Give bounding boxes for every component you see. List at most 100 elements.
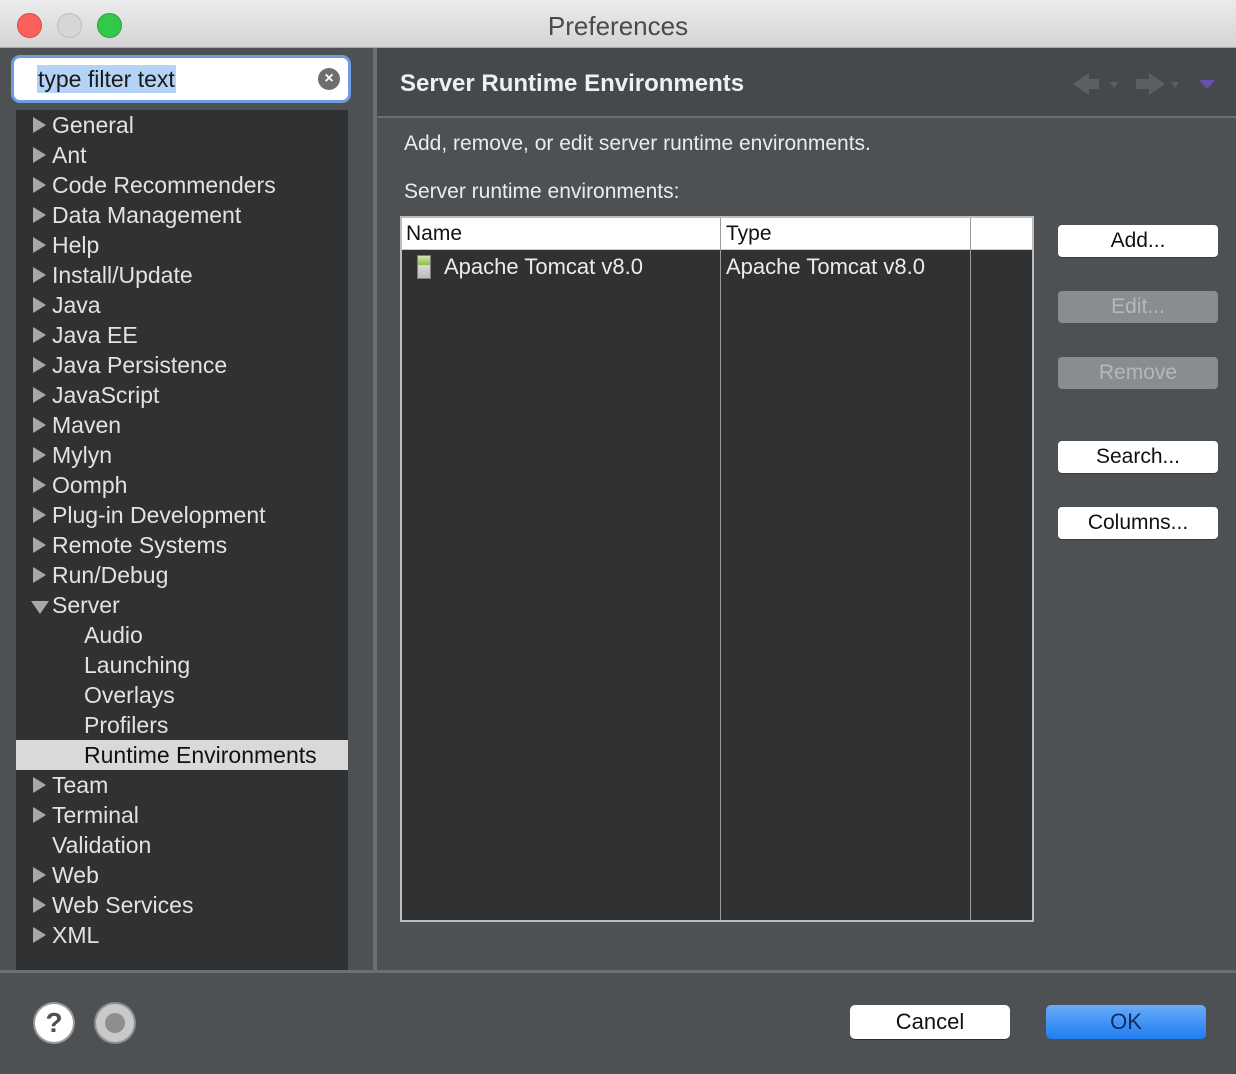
- forward-arrow-icon[interactable]: [1149, 73, 1165, 95]
- tree-item-label: Audio: [84, 622, 143, 648]
- window-title: Preferences: [547, 11, 689, 41]
- tree-item-overlays[interactable]: Overlays: [16, 680, 348, 710]
- tree-item-xml[interactable]: XML: [16, 920, 348, 950]
- column-divider[interactable]: [720, 218, 721, 920]
- filter-input-text[interactable]: type filter text: [37, 65, 176, 93]
- tree-item-terminal[interactable]: Terminal: [16, 800, 348, 830]
- tree-item-java[interactable]: Java: [16, 290, 348, 320]
- tree-item-label: Profilers: [84, 712, 169, 738]
- expand-arrow-right-icon[interactable]: [33, 147, 46, 163]
- expand-arrow-right-icon[interactable]: [33, 807, 46, 823]
- tree-item-oomph[interactable]: Oomph: [16, 470, 348, 500]
- clear-icon[interactable]: ×: [318, 68, 340, 90]
- column-divider[interactable]: [970, 218, 971, 920]
- column-header-type[interactable]: Type: [726, 218, 772, 250]
- tree-item-ant[interactable]: Ant: [16, 140, 348, 170]
- expand-arrow-right-icon[interactable]: [33, 177, 46, 193]
- tree-item-web[interactable]: Web: [16, 860, 348, 890]
- expand-arrow-right-icon[interactable]: [33, 237, 46, 253]
- tree-item-label: Java EE: [52, 322, 138, 348]
- tree-item-team[interactable]: Team: [16, 770, 348, 800]
- tree-item-label: General: [52, 112, 134, 138]
- view-menu-icon[interactable]: [1199, 80, 1215, 89]
- table-row-name-cell[interactable]: Apache Tomcat v8.0: [444, 252, 643, 282]
- tree-item-help[interactable]: Help: [16, 230, 348, 260]
- search-button[interactable]: Search...: [1058, 441, 1218, 473]
- tree-item-audio[interactable]: Audio: [16, 620, 348, 650]
- forward-arrow-icon-tail: [1136, 79, 1149, 89]
- table-row-type-cell[interactable]: Apache Tomcat v8.0: [726, 252, 925, 282]
- tree-item-java-ee[interactable]: Java EE: [16, 320, 348, 350]
- expand-arrow-right-icon[interactable]: [33, 507, 46, 523]
- page-description: Add, remove, or edit server runtime envi…: [404, 132, 871, 155]
- expand-arrow-right-icon[interactable]: [33, 897, 46, 913]
- expand-arrow-right-icon[interactable]: [33, 867, 46, 883]
- tree-item-label: Validation: [52, 832, 152, 858]
- preferences-icon[interactable]: [96, 1004, 134, 1042]
- pane-splitter[interactable]: [373, 48, 377, 972]
- tree-item-launching[interactable]: Launching: [16, 650, 348, 680]
- table-header: Name Type: [402, 218, 1032, 250]
- tree-item-plug-in-development[interactable]: Plug-in Development: [16, 500, 348, 530]
- footer-divider: [0, 970, 1236, 973]
- expand-arrow-right-icon[interactable]: [33, 567, 46, 583]
- tree-item-profilers[interactable]: Profilers: [16, 710, 348, 740]
- tree-item-label: Code Recommenders: [52, 172, 276, 198]
- expand-arrow-down-icon[interactable]: [31, 601, 49, 614]
- column-header-name[interactable]: Name: [406, 218, 462, 250]
- tree-item-install-update[interactable]: Install/Update: [16, 260, 348, 290]
- expand-arrow-right-icon[interactable]: [33, 777, 46, 793]
- help-icon[interactable]: ?: [35, 1004, 73, 1042]
- expand-arrow-right-icon[interactable]: [33, 387, 46, 403]
- tree-item-label: Plug-in Development: [52, 502, 266, 528]
- tree-item-label: Mylyn: [52, 442, 113, 468]
- expand-arrow-right-icon[interactable]: [33, 447, 46, 463]
- tree-item-remote-systems[interactable]: Remote Systems: [16, 530, 348, 560]
- expand-arrow-right-icon[interactable]: [33, 267, 46, 283]
- expand-arrow-right-icon[interactable]: [33, 207, 46, 223]
- columns-button[interactable]: Columns...: [1058, 507, 1218, 539]
- ok-button[interactable]: OK: [1046, 1005, 1206, 1039]
- tree-item-label: JavaScript: [52, 382, 160, 408]
- tree-item-runtime-environments[interactable]: Runtime Environments: [16, 740, 348, 770]
- tree-item-code-recommenders[interactable]: Code Recommenders: [16, 170, 348, 200]
- tree-item-javascript[interactable]: JavaScript: [16, 380, 348, 410]
- tree-item-label: Runtime Environments: [84, 742, 317, 768]
- back-history-caret-icon[interactable]: [1110, 82, 1118, 88]
- tree-item-validation[interactable]: Validation: [16, 830, 348, 860]
- expand-arrow-right-icon[interactable]: [33, 297, 46, 313]
- tree-item-label: Server: [52, 592, 120, 618]
- tree-item-label: Java: [52, 292, 101, 318]
- cancel-button[interactable]: Cancel: [850, 1005, 1010, 1039]
- filter-input[interactable]: type filter text ×: [14, 58, 348, 100]
- tree-item-label: Oomph: [52, 472, 128, 498]
- add-button[interactable]: Add...: [1058, 225, 1218, 257]
- tree-item-label: Ant: [52, 142, 87, 168]
- expand-arrow-right-icon[interactable]: [33, 117, 46, 133]
- tree-item-label: Terminal: [52, 802, 139, 828]
- tree-item-web-services[interactable]: Web Services: [16, 890, 348, 920]
- expand-arrow-right-icon[interactable]: [33, 927, 46, 943]
- tree-item-maven[interactable]: Maven: [16, 410, 348, 440]
- tree-item-server[interactable]: Server: [16, 590, 348, 620]
- tree-item-java-persistence[interactable]: Java Persistence: [16, 350, 348, 380]
- tree-item-label: Overlays: [84, 682, 175, 708]
- tree-item-label: Web: [52, 862, 99, 888]
- tree-item-label: Launching: [84, 652, 191, 678]
- tree-item-data-management[interactable]: Data Management: [16, 200, 348, 230]
- expand-arrow-right-icon[interactable]: [33, 417, 46, 433]
- preference-tree[interactable]: General Ant Code Recommenders Data Manageme…: [16, 110, 348, 970]
- expand-arrow-right-icon[interactable]: [33, 357, 46, 373]
- tree-item-mylyn[interactable]: Mylyn: [16, 440, 348, 470]
- runtime-environments-table[interactable]: Name Type Apache Tomcat v8.0 Apache Tomc…: [400, 216, 1034, 922]
- tree-item-label: Remote Systems: [52, 532, 228, 558]
- tree-item-run-debug[interactable]: Run/Debug: [16, 560, 348, 590]
- forward-history-caret-icon[interactable]: [1171, 82, 1179, 88]
- tree-item-label: XML: [52, 922, 100, 948]
- tree-item-label: Install/Update: [52, 262, 193, 288]
- expand-arrow-right-icon[interactable]: [33, 537, 46, 553]
- expand-arrow-right-icon[interactable]: [33, 477, 46, 493]
- expand-arrow-right-icon[interactable]: [33, 327, 46, 343]
- tree-item-general[interactable]: General: [16, 110, 348, 140]
- title-bar: Preferences: [0, 0, 1236, 48]
